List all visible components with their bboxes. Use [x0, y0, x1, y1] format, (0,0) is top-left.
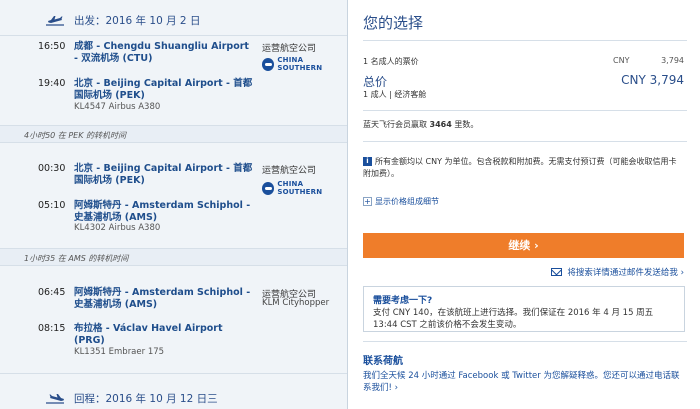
layover-2: 1小时35 在 AMS 的转机时间 — [0, 248, 347, 266]
price-notice: i 所有金额均以 CNY 为单位。包含税款和附加费。无需支付预订费（可能会收取信用… — [363, 157, 677, 178]
hold-title[interactable]: 需要考虑一下? — [373, 293, 675, 306]
operator-label: 运营航空公司 — [262, 44, 317, 54]
total-price: CNY 3,794 — [621, 73, 684, 87]
dep-time: 06:45 — [38, 287, 66, 298]
adult-fare-amount: 3,794 — [661, 56, 684, 65]
china-southern-logo: CHINA SOUTHERN — [262, 180, 347, 196]
return-header: 回程：2016 年 10 月 12 日三 — [0, 383, 347, 409]
dep-place: 阿姆斯特丹 - Amsterdam Schiphol - 史基浦机场 (AMS) — [74, 287, 251, 310]
dep-place: 成都 - Chengdu Shuangliu Airport - 双流机场 (C… — [74, 41, 249, 64]
hold-price-box: 需要考虑一下? 支付 CNY 140，在该航班上进行选择。我们保证在 2016 … — [363, 286, 685, 332]
dep-time: 16:50 — [38, 41, 66, 52]
return-plane-icon — [46, 394, 64, 404]
contact-link[interactable]: 我们全天候 24 小时通过 Facebook 或 Twitter 为您解疑释惑。… — [363, 370, 685, 394]
itinerary-panel: 出发：2016 年 10 月 2 日 16:50 成都 - Chengdu Sh… — [0, 0, 347, 409]
outbound-date: 出发：2016 年 10 月 2 日 — [74, 14, 201, 27]
adult-fare-currency: CNY — [613, 56, 630, 65]
dep-place: 北京 - Beijing Capital Airport - 首都国际机场 (P… — [74, 163, 253, 186]
total-label: 总价 — [363, 75, 388, 89]
contact-title: 联系荷航 — [363, 356, 403, 367]
arr-time: 08:15 — [38, 323, 66, 334]
arr-place: 北京 - Beijing Capital Airport - 首都国际机场 (P… — [74, 78, 253, 101]
adult-fare-label: 1 名成人的票价 — [363, 57, 419, 66]
price-detail-link[interactable]: + 显示价格组成细节 — [363, 196, 439, 207]
selection-summary: 您的选择 1 名成人的票价 CNY 3,794 总价 CNY 3,794 1 成… — [347, 0, 700, 409]
arr-place: 阿姆斯特丹 - Amsterdam Schiphol - 史基浦机场 (AMS) — [74, 200, 251, 223]
layover-1: 4小时50 在 PEK 的转机时间 — [0, 125, 347, 143]
china-southern-logo-icon — [262, 181, 275, 195]
info-icon: i — [363, 157, 372, 166]
envelope-icon — [551, 268, 563, 276]
miles-earned: 蓝天飞行会员赢取 3464 里数。 — [363, 120, 479, 129]
departure-plane-icon — [46, 16, 64, 26]
miles-value: 3464 — [429, 120, 452, 129]
return-date: 回程：2016 年 10 月 12 日三 — [74, 392, 218, 405]
passenger-class: 1 成人 | 经济客舱 — [363, 90, 427, 99]
china-southern-logo-icon — [262, 57, 275, 71]
operator-name: KLM Cityhopper — [262, 298, 330, 308]
china-southern-logo: CHINA SOUTHERN — [262, 56, 347, 72]
arr-place: 布拉格 - Václav Havel Airport (PRG) — [74, 323, 223, 346]
outbound-header: 出发：2016 年 10 月 2 日 — [0, 5, 347, 35]
email-search-link[interactable]: 将搜索详情通过邮件发送给我 › — [551, 266, 684, 278]
dep-time: 00:30 — [38, 163, 66, 174]
flight-info: KL1351 Embraer 175 — [74, 347, 165, 357]
plus-icon: + — [363, 197, 372, 206]
arr-time: 05:10 — [38, 200, 66, 211]
flight-info: KL4302 Airbus A380 — [74, 223, 161, 233]
operator-label: 运营航空公司 — [262, 166, 317, 176]
summary-title: 您的选择 — [363, 14, 424, 32]
continue-button[interactable]: 继续 › — [363, 233, 684, 258]
hold-body: 支付 CNY 140，在该航班上进行选择。我们保证在 2016 年 4 月 15… — [373, 308, 654, 330]
arr-time: 19:40 — [38, 78, 66, 89]
flight-info: KL4547 Airbus A380 — [74, 102, 161, 112]
